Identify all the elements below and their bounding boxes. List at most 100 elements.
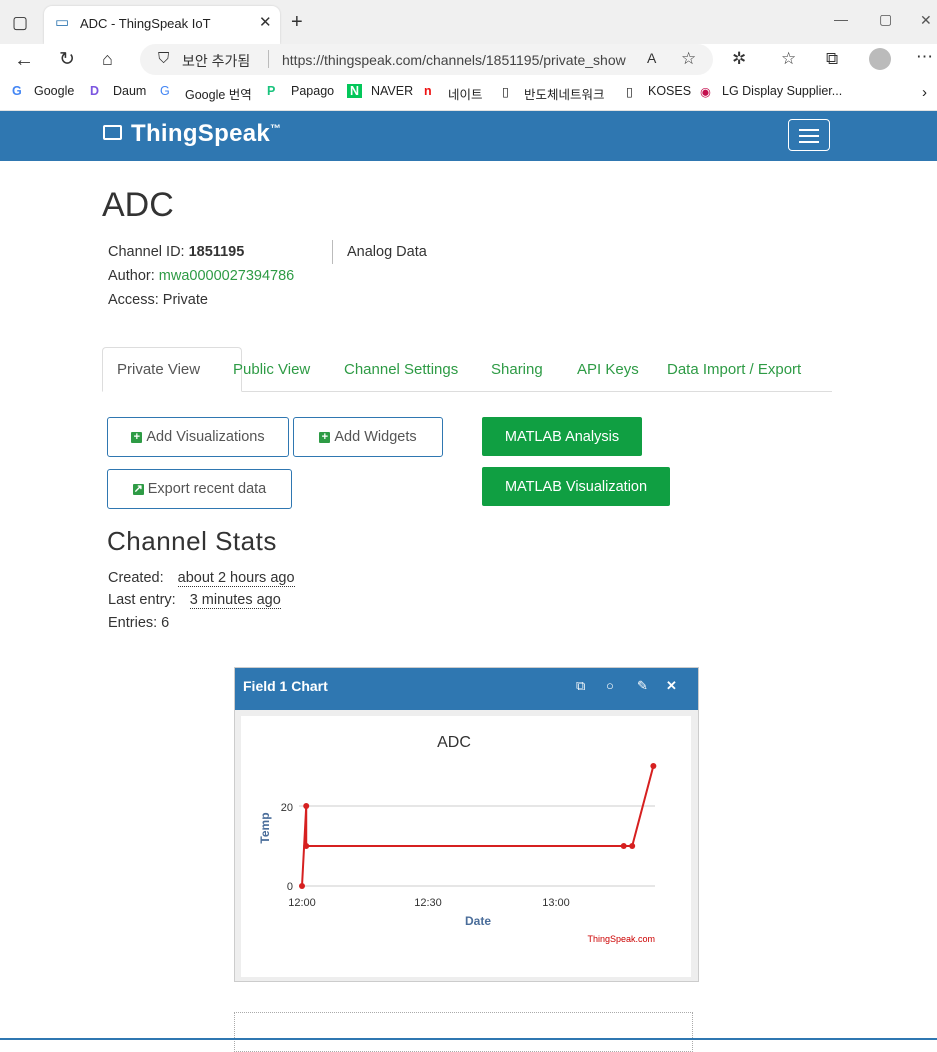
home-icon[interactable]: ⌂ (102, 50, 113, 68)
y-tick-20: 20 (281, 802, 293, 814)
tab-actions-icon[interactable]: ▢ (12, 14, 28, 31)
open-external-icon[interactable]: ⧉ (576, 678, 585, 694)
channel-id-label: Channel ID: (108, 244, 185, 260)
menu-bar (799, 141, 819, 143)
x-tick-1200: 12:00 (288, 897, 316, 909)
tab-title: ADC - ThingSpeak IoT (80, 16, 211, 31)
bookmark-koses[interactable]: KOSES (648, 84, 691, 98)
bookmark-daum[interactable]: Daum (113, 84, 146, 98)
read-aloud-icon[interactable]: A (647, 51, 656, 65)
url-text[interactable]: https://thingspeak.com/channels/1851195/… (282, 52, 626, 68)
x-axis-label: Date (465, 914, 491, 928)
lg-icon: ◉ (700, 85, 711, 99)
y-axis-label: Temp (258, 812, 272, 843)
last-entry-value: 3 minutes ago (189, 592, 281, 609)
extensions-icon[interactable]: ✲ (732, 50, 746, 67)
plus-icon: + (319, 431, 331, 443)
x-tick-1300: 13:00 (542, 897, 570, 909)
author-link[interactable]: mwa0000027394786 (159, 268, 294, 284)
bookmark-google-translate[interactable]: Google 번역 (185, 84, 252, 103)
add-widgets-button[interactable]: + Add Widgets (293, 417, 443, 457)
menu-bar (799, 129, 819, 131)
tab-data-import-export[interactable]: Data Import / Export (667, 361, 801, 378)
hamburger-menu-button[interactable] (788, 119, 830, 151)
security-label[interactable]: 보안 추가됨 (182, 51, 250, 71)
y-tick-0: 0 (287, 881, 293, 893)
tab-private-view-label[interactable]: Private View (117, 361, 200, 378)
daum-icon: D (90, 84, 100, 98)
profile-avatar[interactable] (869, 48, 891, 70)
close-window-icon[interactable]: ✕ (920, 13, 932, 27)
menu-bar (799, 135, 819, 137)
back-icon[interactable]: ← (14, 50, 34, 70)
tab-api-keys[interactable]: API Keys (577, 361, 639, 378)
export-recent-data-label: Export recent data (147, 481, 267, 497)
page-title: ADC (102, 186, 174, 224)
favorites-icon[interactable]: ☆ (781, 50, 796, 67)
bookmark-naver[interactable]: NAVER (371, 84, 413, 98)
add-visualizations-label: Add Visualizations (146, 429, 265, 445)
edit-icon[interactable]: ✎ (637, 678, 648, 694)
thingspeak-logo-icon (103, 125, 122, 140)
channel-author: Author: mwa0000027394786 (108, 268, 294, 284)
page-icon: ▯ (502, 85, 509, 99)
x-tick-1230: 12:30 (414, 897, 442, 909)
channel-stats-heading: Channel Stats (107, 526, 277, 556)
created-row: Created: about 2 hours ago (108, 570, 295, 587)
data-point[interactable] (620, 843, 627, 849)
tab-sharing[interactable]: Sharing (491, 361, 543, 378)
add-widgets-label: Add Widgets (334, 429, 417, 445)
data-point[interactable] (303, 803, 310, 809)
matlab-visualization-button[interactable]: MATLAB Visualization (482, 467, 670, 506)
google-translate-icon: G (160, 84, 170, 98)
collections-icon[interactable]: ⧉ (826, 50, 838, 67)
add-visualizations-button[interactable]: + Add Visualizations (107, 417, 289, 457)
series-line-group (299, 763, 657, 889)
data-point[interactable] (303, 843, 310, 849)
next-widget-placeholder (234, 1012, 693, 1052)
adc-chart: ADC 0 20 12:00 12:30 13:00 Date Temp Thi… (258, 734, 657, 944)
refresh-icon[interactable]: ↻ (59, 50, 75, 69)
thingspeak-favicon-icon: ▭ (55, 14, 70, 31)
bookmark-nate[interactable]: 네이트 (448, 84, 483, 103)
comment-icon[interactable]: ○ (606, 678, 614, 693)
channel-id: Channel ID: 1851195 (108, 244, 244, 260)
close-icon[interactable]: ✕ (666, 678, 677, 694)
matlab-analysis-button[interactable]: MATLAB Analysis (482, 417, 642, 456)
page-icon: ▯ (626, 85, 633, 99)
chart-title: ADC (437, 734, 471, 751)
channel-id-value: 1851195 (188, 244, 245, 260)
maximize-icon[interactable]: ▢ (879, 12, 892, 26)
tab-public-view[interactable]: Public View (233, 361, 310, 378)
author-label: Author: (108, 268, 155, 284)
page-bottom-border (0, 1038, 937, 1040)
google-icon: G (12, 84, 22, 98)
data-point[interactable] (629, 843, 636, 849)
bookmark-google[interactable]: Google (34, 84, 74, 98)
bookmark-semiconductor[interactable]: 반도체네트워크 (524, 84, 605, 103)
export-recent-data-button[interactable]: ↗ Export recent data (107, 469, 292, 509)
shield-icon[interactable]: ⛉ (158, 51, 169, 66)
brand-name: ThingSpeak (131, 120, 271, 147)
last-entry-label: Last entry: (108, 592, 176, 608)
close-tab-icon[interactable]: ✕ (259, 15, 272, 30)
naver-icon: N (347, 84, 363, 98)
add-favorite-icon[interactable]: ☆ (681, 50, 696, 67)
data-point[interactable] (299, 883, 305, 889)
data-point[interactable] (650, 763, 657, 769)
widget-title: Field 1 Chart (243, 678, 328, 694)
more-icon[interactable]: ⋯ (916, 48, 933, 65)
minimize-icon[interactable]: — (834, 12, 848, 26)
new-tab-icon[interactable]: + (291, 12, 303, 32)
brand-logo[interactable]: ThingSpeak™ (131, 120, 281, 148)
nate-icon: n (424, 84, 432, 98)
papago-icon: P (267, 84, 276, 98)
chevron-right-icon[interactable]: › (922, 84, 927, 101)
entries-count: Entries: 6 (108, 615, 170, 631)
series-line (301, 765, 655, 887)
meta-divider (332, 240, 333, 264)
bookmark-papago[interactable]: Papago (291, 84, 334, 98)
last-entry-row: Last entry: 3 minutes ago (108, 592, 281, 609)
bookmark-lg-display[interactable]: LG Display Supplier... (722, 84, 842, 98)
tab-channel-settings[interactable]: Channel Settings (344, 361, 458, 378)
